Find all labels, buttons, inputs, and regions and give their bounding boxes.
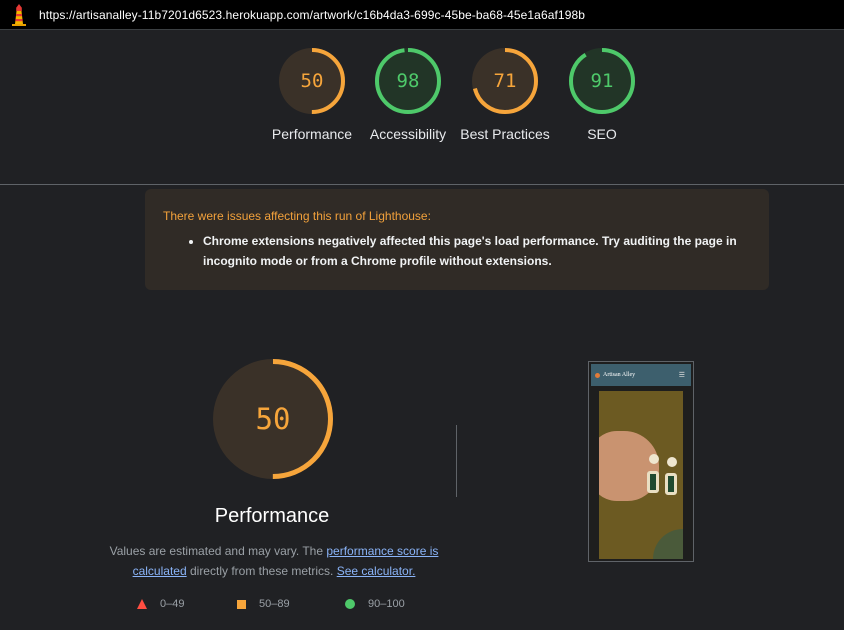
- earring: [647, 471, 659, 493]
- see-calculator-link[interactable]: See calculator.: [337, 564, 416, 578]
- address-bar: https://artisanalley-11b7201d6523.heroku…: [0, 0, 844, 30]
- gauge-score-accessibility: 98: [396, 70, 420, 92]
- warning-title: There were issues affecting this run of …: [163, 209, 431, 223]
- earring: [665, 473, 677, 495]
- circle-icon: [345, 599, 355, 609]
- warning-list: Chrome extensions negatively affected th…: [163, 231, 751, 271]
- triangle-icon: [137, 599, 147, 609]
- final-screenshot-thumbnail[interactable]: Artisan Alley ☰: [588, 361, 694, 562]
- legend-pass: 90–100: [345, 598, 405, 610]
- hamburger-menu-icon: ☰: [678, 371, 685, 379]
- earring-top: [667, 457, 677, 467]
- earring-top: [649, 454, 659, 464]
- warning-item: Chrome extensions negatively affected th…: [203, 231, 751, 271]
- gauge-label-accessibility: Accessibility: [369, 126, 447, 142]
- warning-box: There were issues affecting this run of …: [145, 189, 769, 290]
- vertical-divider: [456, 425, 457, 497]
- gauge-best-practices[interactable]: 71 Best Practices: [457, 47, 553, 144]
- gauge-label-seo: SEO: [587, 126, 617, 142]
- background-shape: [653, 529, 683, 559]
- gauge-score-best-practices: 71: [493, 70, 517, 92]
- thumb-brand: Artisan Alley: [603, 372, 636, 378]
- page-url[interactable]: https://artisanalley-11b7201d6523.heroku…: [39, 8, 585, 22]
- square-icon: [237, 599, 246, 609]
- gauge-score-seo: 91: [590, 70, 614, 92]
- gauge-performance[interactable]: 50 Performance: [264, 47, 360, 144]
- desc-middle: directly from these metrics.: [186, 564, 337, 578]
- gauge-accessibility[interactable]: 98 Accessibility: [360, 47, 456, 144]
- performance-gauge-large: 50: [212, 358, 334, 480]
- brand-logo-icon: [595, 372, 600, 378]
- legend-pass-label: 90–100: [368, 598, 405, 610]
- thumb-artwork-image: [599, 391, 683, 559]
- performance-score-large: 50: [255, 402, 291, 436]
- desc-prefix: Values are estimated and may vary. The: [109, 544, 327, 558]
- performance-title: Performance: [214, 505, 330, 527]
- performance-description: Values are estimated and may vary. The p…: [104, 541, 444, 581]
- gauge-seo[interactable]: 91 SEO: [554, 47, 650, 144]
- gauge-score-performance: 50: [300, 70, 324, 92]
- gauge-label-performance: Performance: [271, 126, 353, 142]
- gauge-label-best-practices: Best Practices: [460, 126, 550, 142]
- legend-average-label: 50–89: [259, 598, 290, 610]
- legend-fail: 0–49: [137, 598, 184, 610]
- legend-fail-label: 0–49: [160, 598, 185, 610]
- thumb-navbar: Artisan Alley ☰: [591, 364, 691, 386]
- header-divider: [0, 184, 844, 185]
- legend-average: 50–89: [237, 598, 290, 610]
- lighthouse-icon: [4, 0, 34, 30]
